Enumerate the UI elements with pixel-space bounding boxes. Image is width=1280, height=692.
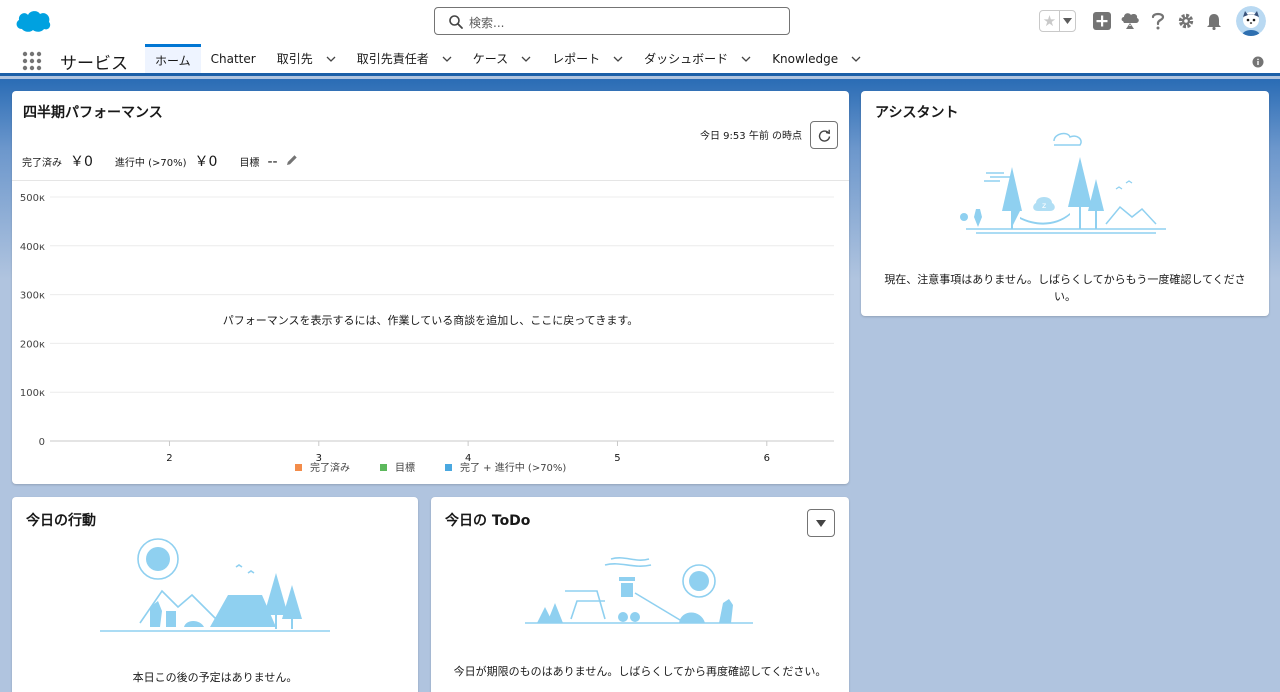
- y-tick-label: 500к: [20, 193, 45, 204]
- x-tick-label: 6: [764, 453, 770, 464]
- dropdown-triangle-icon: [816, 519, 826, 527]
- tab-home[interactable]: ホーム: [145, 44, 201, 73]
- assistant-card: アシスタント z 現在、注意事項はありません。しばらくしてからもう一度確認してく…: [861, 91, 1269, 316]
- app-name: サービス: [60, 54, 128, 74]
- chevron-down-icon[interactable]: [612, 53, 624, 65]
- picnic-illustration: [525, 557, 753, 624]
- info-icon[interactable]: [1252, 56, 1264, 68]
- events-empty-message: 本日この後の予定はありません。: [132, 671, 298, 684]
- refresh-button[interactable]: [810, 121, 838, 149]
- legend-swatch: [295, 464, 302, 471]
- favorites-dropdown-icon[interactable]: [1060, 11, 1075, 31]
- todays-tasks-card: 今日の ToDo 今日が期限のものはありません。しばらくしてから再度確認してくだ…: [431, 497, 849, 692]
- as-of-timestamp: 今日 9:53 午前 の時点: [700, 131, 802, 142]
- metric-value-closed: ￥0: [70, 154, 93, 170]
- global-create-icon[interactable]: [1090, 9, 1114, 33]
- divider: [12, 180, 849, 181]
- tab-label: ケース: [472, 52, 509, 66]
- metric-value-goal: --: [267, 154, 278, 170]
- tab-chatter[interactable]: Chatter: [201, 44, 267, 73]
- metric-label-goal: 目標: [239, 158, 260, 169]
- metric-value-open: ￥0: [194, 154, 218, 170]
- tab-accounts[interactable]: 取引先: [267, 44, 347, 73]
- legend-swatch: [445, 464, 452, 471]
- y-tick-label: 200к: [20, 339, 45, 350]
- camping-illustration: [100, 538, 330, 632]
- favorites-group: ★: [1039, 10, 1076, 32]
- chevron-down-icon[interactable]: [850, 53, 862, 65]
- tab-label: 取引先: [276, 52, 313, 66]
- svg-text:z: z: [1042, 201, 1046, 210]
- y-tick-label: 400к: [20, 242, 45, 253]
- help-icon[interactable]: [1146, 9, 1170, 33]
- x-tick-label: 5: [614, 453, 620, 464]
- search-placeholder: 検索...: [469, 16, 505, 30]
- user-avatar[interactable]: [1236, 6, 1266, 36]
- tab-contacts[interactable]: 取引先責任者: [347, 44, 463, 73]
- chevron-down-icon[interactable]: [740, 53, 752, 65]
- card-title: 四半期パフォーマンス: [23, 105, 163, 121]
- tab-dashboards[interactable]: ダッシュボード: [634, 44, 762, 73]
- metric-label-open: 進行中 (>70%): [114, 158, 187, 169]
- tab-label: Chatter: [210, 51, 256, 66]
- global-search[interactable]: 検索...: [434, 7, 790, 35]
- edit-goal-pencil-icon[interactable]: [286, 154, 298, 166]
- search-icon: [449, 15, 463, 29]
- tab-label: レポート: [552, 52, 601, 66]
- favorite-star-icon[interactable]: ★: [1040, 11, 1060, 31]
- legend-swatch: [380, 464, 387, 471]
- tab-label: Knowledge: [772, 51, 839, 66]
- performance-metrics: 完了済み ￥0 進行中 (>70%) ￥0 目標 --: [22, 151, 298, 171]
- tab-label: ダッシュボード: [644, 52, 729, 66]
- card-title: 今日の行動: [26, 513, 96, 529]
- assistant-empty-message: 現在、注意事項はありません。しばらくしてからもう一度確認してください。: [884, 273, 1246, 303]
- tasks-empty-message: 今日が期限のものはありません。しばらくしてから再度確認してください。: [453, 665, 827, 678]
- tab-reports[interactable]: レポート: [542, 44, 634, 73]
- chart-empty-message: パフォーマンスを表示するには、作業している商談を追加し、ここに戻ってきます。: [222, 314, 639, 327]
- legend-label: 完了済み: [310, 461, 350, 474]
- card-title: アシスタント: [875, 105, 959, 121]
- tab-knowledge[interactable]: Knowledge: [762, 44, 872, 73]
- header-utility-icons: ★: [1039, 5, 1266, 37]
- chevron-down-icon[interactable]: [520, 53, 532, 65]
- performance-chart: 500к400к300к200к100к02 3 4 5 6完了済み 目標 完了 + 進行中…: [20, 193, 834, 474]
- refresh-icon: [818, 129, 830, 142]
- tab-label: 取引先責任者: [356, 52, 429, 66]
- app-navigation-bar: サービス ホーム Chatter 取引先 取引先責任者 ケース レポート ダッシ…: [0, 44, 1280, 76]
- y-tick-label: 0: [39, 437, 45, 448]
- hammock-illustration: z: [960, 132, 1166, 234]
- legend-label: 完了 + 進行中 (>70%): [460, 461, 566, 474]
- setup-gear-icon[interactable]: [1174, 9, 1198, 33]
- metric-label-closed: 完了済み: [22, 158, 62, 169]
- salesforce-logo[interactable]: [14, 7, 52, 34]
- global-header: 検索... ★: [0, 0, 1280, 44]
- tab-label: ホーム: [155, 53, 191, 68]
- tasks-filter-dropdown-button[interactable]: [807, 509, 835, 537]
- legend-label: 目標: [395, 461, 415, 474]
- chevron-down-icon[interactable]: [325, 53, 337, 65]
- y-tick-label: 100к: [20, 388, 45, 399]
- card-title: 今日の ToDo: [445, 513, 531, 529]
- quarterly-performance-card: 四半期パフォーマンス 今日 9:53 午前 の時点 完了済み ￥0 進行中 (>…: [12, 91, 849, 484]
- tab-cases[interactable]: ケース: [463, 44, 542, 73]
- x-tick-label: 2: [166, 453, 172, 464]
- todays-events-card: 今日の行動 本日この後の予定はありません。: [12, 497, 418, 692]
- nav-tabs: ホーム Chatter 取引先 取引先責任者 ケース レポート ダッシュボード …: [145, 44, 872, 73]
- notifications-bell-icon[interactable]: [1202, 9, 1226, 33]
- y-tick-label: 300к: [20, 291, 45, 302]
- chevron-down-icon[interactable]: [441, 53, 453, 65]
- app-launcher-waffle-icon[interactable]: [22, 51, 42, 71]
- trailhead-icon[interactable]: [1118, 9, 1142, 33]
